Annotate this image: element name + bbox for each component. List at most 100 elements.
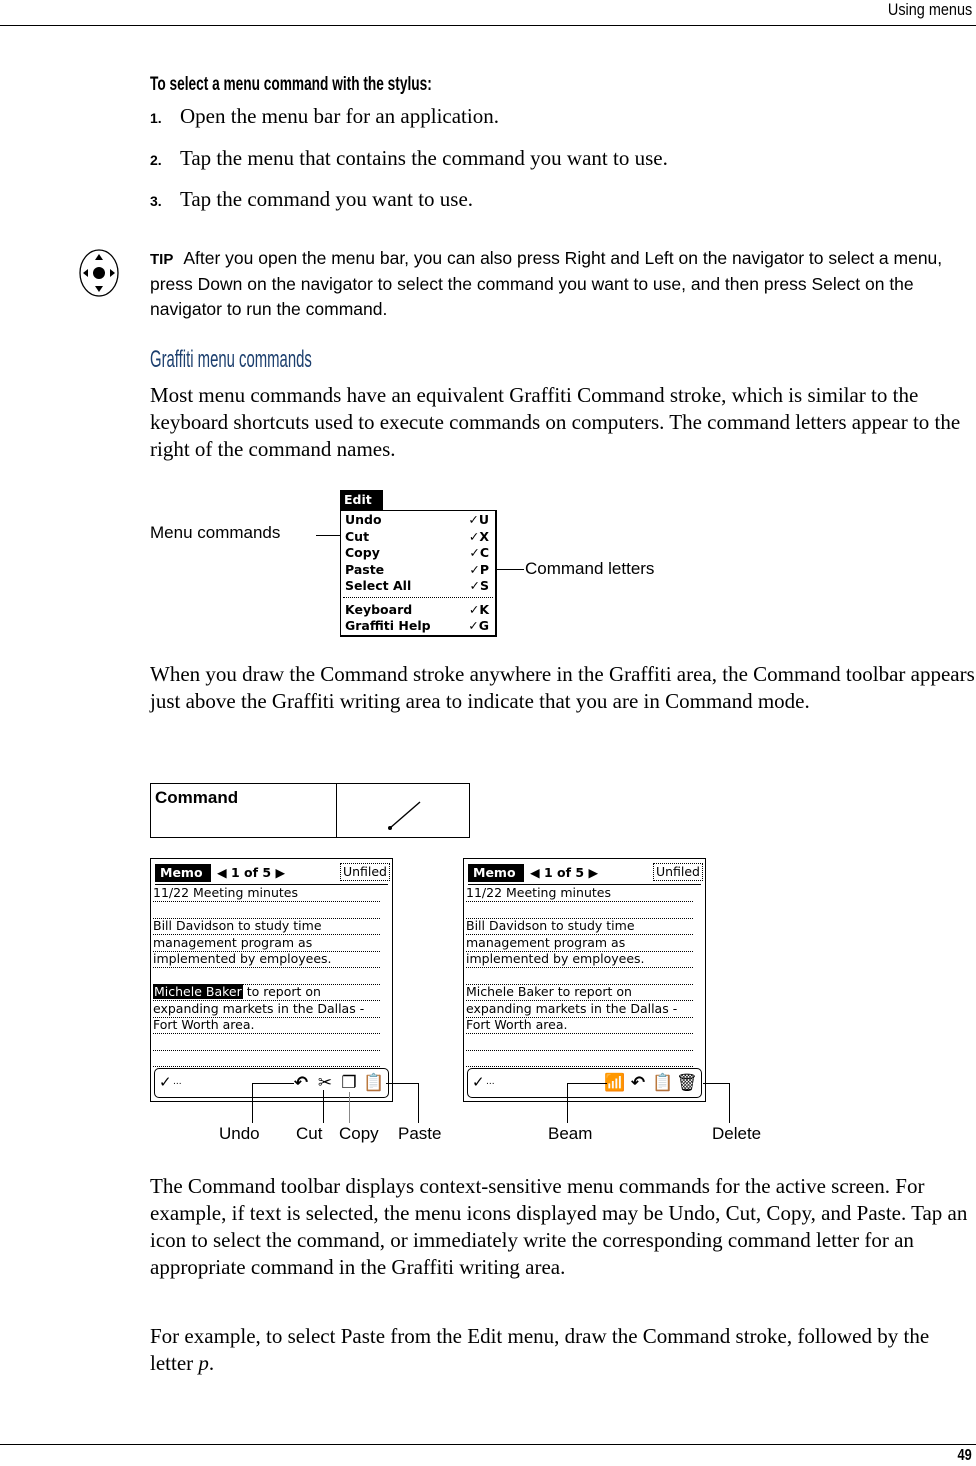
footer-rule xyxy=(0,1444,976,1445)
navigator-icon xyxy=(79,249,119,297)
record-pager[interactable]: ◀ 1 of 5 ▶ xyxy=(530,864,598,882)
callout-leader xyxy=(729,1083,730,1123)
chapter-title: Using menus xyxy=(887,0,972,19)
memo-line[interactable] xyxy=(153,1034,380,1051)
memo-line[interactable] xyxy=(466,1050,693,1067)
record-pager[interactable]: ◀ 1 of 5 ▶ xyxy=(217,864,285,882)
memo-line[interactable]: 11/22 Meeting minutes xyxy=(466,885,693,902)
memo-line[interactable] xyxy=(153,902,380,919)
callout-leader xyxy=(418,1083,419,1123)
memo-line[interactable]: 11/22 Meeting minutes xyxy=(153,885,380,902)
app-title: Memo xyxy=(155,864,211,882)
copy-icon[interactable]: ❐ xyxy=(339,1073,359,1093)
menu-item-paste[interactable]: Paste ✓P xyxy=(345,562,491,578)
callout-copy: Copy xyxy=(339,1124,379,1143)
memo-line[interactable]: implemented by employees. xyxy=(466,951,693,968)
tip-note: TIP After you open the menu bar, you can … xyxy=(150,246,976,322)
section-heading: Graffiti menu commands xyxy=(150,346,312,373)
procedure-heading: To select a menu command with the stylus… xyxy=(150,74,432,95)
beam-icon[interactable]: 📶 xyxy=(604,1073,625,1093)
callout-undo: Undo xyxy=(219,1124,260,1143)
example-letter: p xyxy=(198,1351,209,1375)
memo-line[interactable]: management program as xyxy=(153,935,380,952)
toolbar-ellipsis: ... xyxy=(173,1077,182,1087)
menu-title: Edit xyxy=(340,490,383,510)
callout-leader xyxy=(323,1090,324,1123)
memo-line[interactable]: expanding markets in the Dallas - xyxy=(466,1001,693,1018)
memo-titlebar: Memo ◀ 1 of 5 ▶ Unfiled xyxy=(153,861,390,885)
memo-line[interactable] xyxy=(153,1050,380,1067)
memo-line[interactable]: Michele Baker to report on xyxy=(153,984,380,1001)
callout-paste: Paste xyxy=(398,1124,442,1143)
tip-label: TIP xyxy=(150,251,174,268)
toolbar-paragraph: The Command toolbar displays context-sen… xyxy=(150,1174,968,1279)
command-mode-paragraph: When you draw the Command stroke anywher… xyxy=(150,662,975,713)
callout-menu-commands: Menu commands xyxy=(150,523,281,542)
memo-line[interactable]: expanding markets in the Dallas - xyxy=(153,1001,380,1018)
edit-menu: Edit Undo ✓U Cut ✓X Copy ✓C Paste ✓P Select … xyxy=(340,490,497,637)
category-picker[interactable]: Unfiled xyxy=(652,863,703,881)
command-label: Command xyxy=(151,784,337,837)
menu-item-keyboard[interactable]: Keyboard ✓K xyxy=(345,602,491,618)
callout-command-letters: Command letters xyxy=(525,559,655,578)
memo-line[interactable] xyxy=(466,1034,693,1051)
memo-line[interactable] xyxy=(153,968,380,985)
delete-icon[interactable]: 🗑 xyxy=(676,1073,698,1093)
menu-item-undo[interactable]: Undo ✓U xyxy=(345,512,491,528)
memo-line[interactable] xyxy=(466,968,693,985)
callout-delete: Delete xyxy=(712,1124,762,1143)
tip-text: After you open the menu bar, you can als… xyxy=(150,248,943,319)
memo-line[interactable]: Bill Davidson to study time xyxy=(153,918,380,935)
command-stroke-table: Command xyxy=(150,783,470,838)
example-paragraph: For example, to select Paste from the Ed… xyxy=(150,1324,930,1375)
selected-text: Michele Baker xyxy=(153,984,243,999)
memo-titlebar: Memo ◀ 1 of 5 ▶ Unfiled xyxy=(466,861,703,885)
callout-leader xyxy=(703,1083,729,1084)
memo-line[interactable]: Fort Worth area. xyxy=(153,1017,380,1034)
step-1: 1. Open the menu bar for an application. xyxy=(150,104,499,129)
callout-cut: Cut xyxy=(296,1124,323,1143)
page-number: 49 xyxy=(957,1447,972,1464)
memo-line[interactable]: Fort Worth area. xyxy=(466,1017,693,1034)
cut-icon[interactable]: ✂ xyxy=(315,1073,335,1093)
memo-line[interactable]: Bill Davidson to study time xyxy=(466,918,693,935)
command-stroke-indicator: ✓ xyxy=(159,1073,172,1091)
step-2: 2. Tap the menu that contains the command… xyxy=(150,146,668,171)
memo-line[interactable] xyxy=(466,902,693,919)
step-text: Open the menu bar for an application. xyxy=(180,104,499,128)
undo-icon[interactable]: ↶ xyxy=(628,1073,648,1093)
menu-item-select-all[interactable]: Select All ✓S xyxy=(345,578,491,594)
paste-icon[interactable]: 📋 xyxy=(652,1073,673,1093)
memo-screen-text-selected: Memo ◀ 1 of 5 ▶ Unfiled 11/22 Meeting mi… xyxy=(150,858,393,1102)
paste-icon[interactable]: 📋 xyxy=(363,1073,384,1093)
callout-leader xyxy=(349,1092,350,1123)
memo-line[interactable]: Michele Baker to report on xyxy=(466,984,693,1001)
toolbar-ellipsis: ... xyxy=(486,1077,495,1087)
category-picker[interactable]: Unfiled xyxy=(339,863,390,881)
memo-line[interactable]: implemented by employees. xyxy=(153,951,380,968)
step-number: 2. xyxy=(150,152,162,168)
step-number: 3. xyxy=(150,193,162,209)
callout-leader xyxy=(567,1083,568,1123)
undo-icon[interactable]: ↶ xyxy=(291,1073,311,1093)
callout-leader xyxy=(567,1083,607,1084)
menu-separator xyxy=(343,597,493,598)
command-stroke-icon xyxy=(388,801,421,830)
menu-item-graffiti-help[interactable]: Graffiti Help ✓G xyxy=(345,618,491,634)
step-number: 1. xyxy=(150,110,162,126)
section-intro: Most menu commands have an equivalent Gr… xyxy=(150,383,961,461)
menu-item-copy[interactable]: Copy ✓C xyxy=(345,545,491,561)
memo-screen-no-selection: Memo ◀ 1 of 5 ▶ Unfiled 11/22 Meeting mi… xyxy=(463,858,706,1102)
app-title: Memo xyxy=(468,864,524,882)
step-text: Tap the menu that contains the command y… xyxy=(180,146,668,170)
callout-leader xyxy=(252,1083,294,1084)
command-stroke-indicator: ✓ xyxy=(472,1073,485,1091)
callout-beam: Beam xyxy=(548,1124,593,1143)
memo-line[interactable]: management program as xyxy=(466,935,693,952)
menu-item-cut[interactable]: Cut ✓X xyxy=(345,529,491,545)
callout-leader xyxy=(386,1083,418,1084)
menu-box: Undo ✓U Cut ✓X Copy ✓C Paste ✓P Select All ✓S… xyxy=(340,510,497,637)
step-3: 3. Tap the command you want to use. xyxy=(150,187,473,212)
callout-leader xyxy=(252,1083,253,1123)
step-text: Tap the command you want to use. xyxy=(180,187,474,211)
